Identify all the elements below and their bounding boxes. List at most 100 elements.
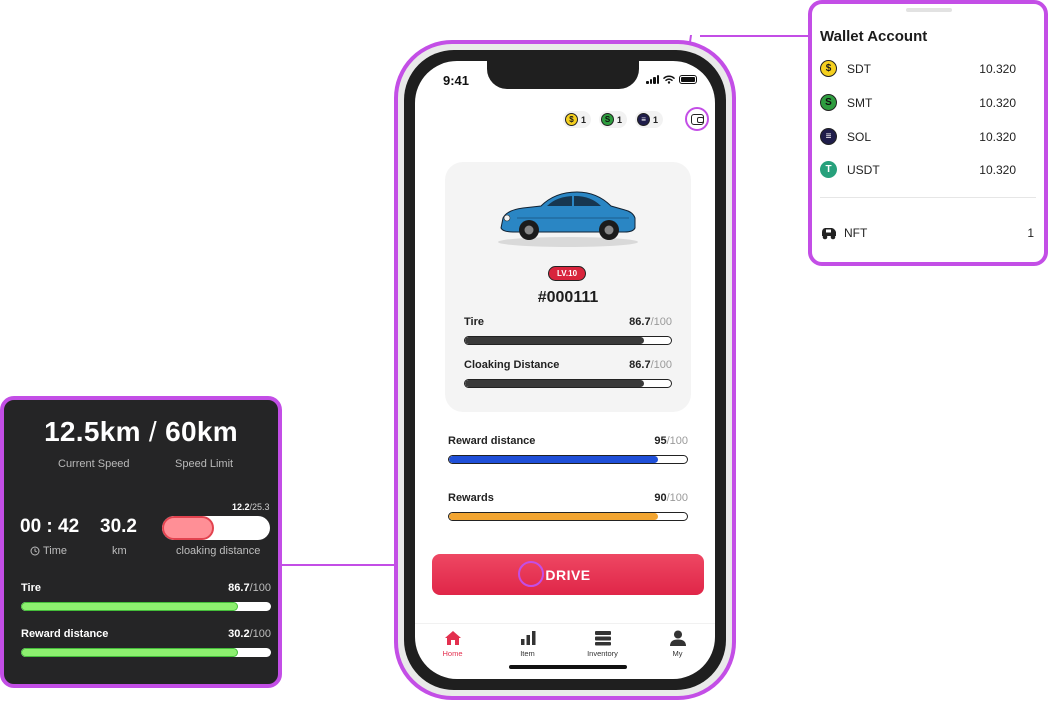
tire-stat: Tire 86.7/100 (464, 316, 672, 345)
wallet-nft-value: 1 (1027, 226, 1034, 240)
level-badge: LV.10 (548, 266, 587, 281)
cloaking-distance-bar (162, 516, 270, 540)
rewards-bar-fill (449, 513, 659, 520)
smt-coin-icon: S (820, 94, 837, 111)
wallet-coin-name: SMT (847, 95, 873, 110)
coin-pill-sol[interactable]: ≡ 1 (635, 111, 664, 128)
home-indicator (509, 665, 627, 669)
stat-label: Cloaking Distance (464, 359, 560, 371)
panel-tire-bar (21, 602, 271, 611)
car-image (498, 191, 638, 247)
phone-notch (487, 61, 639, 89)
time-label-group: Time (30, 545, 67, 557)
stat-value: 86.7 (228, 582, 250, 594)
sol-coin-icon: ≡ (637, 113, 651, 126)
coin-balance-row: $ 1 S 1 ≡ 1 (563, 111, 664, 128)
cloaking-value: 12.2 (232, 502, 250, 512)
phone-frame: 9:41 $ 1 S 1 ≡ 1 LV.10 #000111 Tire 86.7… (404, 50, 726, 690)
cloaking-distance-stat: Cloaking Distance 86.7/100 (464, 359, 672, 388)
wallet-coin-name: SDT (847, 61, 871, 76)
speed-separator: / (148, 416, 158, 447)
stat-max: /100 (666, 492, 688, 504)
sdt-coin-icon: $ (820, 60, 837, 77)
wallet-row-usdt[interactable]: T USDT 10.320 (820, 161, 1016, 178)
stat-label: Rewards (448, 492, 494, 504)
home-icon (444, 631, 461, 645)
wallet-coin-value: 10.320 (979, 162, 1016, 177)
smt-coin-icon: S (601, 113, 615, 126)
wallet-button[interactable] (685, 107, 709, 131)
wifi-icon (663, 75, 675, 84)
tab-my[interactable]: My (648, 630, 708, 673)
wallet-account-panel: Wallet Account $ SDT 10.320 S SMT 10.320… (808, 0, 1048, 266)
panel-reward-distance-bar-fill (21, 648, 238, 657)
sdt-coin-icon: $ (565, 113, 578, 126)
wallet-coin-value: 10.320 (979, 95, 1016, 110)
drive-km: 30.2 (100, 516, 137, 537)
tab-label: Home (442, 649, 463, 658)
speed-limit-label: Speed Limit (175, 458, 234, 470)
wallet-nft-name: NFT (844, 226, 868, 240)
wallet-coin-name: USDT (847, 162, 880, 177)
wallet-connector-line (700, 35, 812, 37)
drive-button[interactable]: DRIVE (432, 554, 704, 595)
signal-icon (646, 75, 659, 84)
tab-label: Item (520, 649, 535, 658)
car-id: #000111 (537, 289, 599, 306)
stat-value: 30.2 (228, 628, 250, 640)
tab-home[interactable]: Home (423, 630, 483, 673)
stat-value: 86.7 (629, 359, 651, 371)
coin-pill-sdt[interactable]: $ 1 (563, 111, 592, 128)
drive-time: 00 : 42 (20, 516, 80, 537)
driving-status-panel: 12.5km / 60km Current Speed Speed Limit … (0, 396, 282, 688)
tap-indicator (518, 561, 544, 587)
panel-tire-bar-fill (21, 602, 238, 611)
reward-distance-bar-fill (449, 456, 659, 463)
inventory-icon (594, 631, 611, 646)
wallet-row-nft[interactable]: NFT 1 (820, 226, 1034, 240)
speed-limit: 60km (165, 416, 238, 447)
cloaking-bar (464, 379, 672, 388)
car-card[interactable]: LV.10 #000111 Tire 86.7/100 Cloaking Dis… (445, 162, 691, 412)
stat-max: /100 (650, 316, 672, 328)
status-time: 9:41 (443, 73, 470, 88)
stat-value: 90 (654, 492, 667, 504)
tab-label: My (672, 649, 683, 658)
speed-readout: 12.5km / 60km (4, 416, 278, 448)
current-speed-label: Current Speed (58, 458, 130, 470)
stat-max: /100 (666, 435, 688, 447)
stat-label: Tire (464, 316, 484, 328)
cloaking-distance-bar-fill (162, 516, 215, 540)
stat-max: /100 (249, 628, 271, 640)
rewards-bar (448, 512, 688, 521)
wallet-row-sdt[interactable]: $ SDT 10.320 (820, 60, 1016, 77)
wallet-divider (820, 197, 1036, 198)
wallet-row-smt[interactable]: S SMT 10.320 (820, 94, 1016, 111)
phone-mockup: 9:41 $ 1 S 1 ≡ 1 LV.10 #000111 Tire 86.7… (394, 40, 736, 700)
stat-label: Tire (21, 582, 41, 594)
tab-label: Inventory (587, 649, 618, 658)
wallet-row-sol[interactable]: ≡ SOL 10.320 (820, 128, 1016, 145)
cloaking-max: /25.3 (249, 502, 270, 512)
wallet-coin-value: 10.320 (979, 129, 1016, 144)
rewards-stat: Rewards 90/100 (448, 492, 688, 521)
coin-pill-smt[interactable]: S 1 (599, 111, 628, 128)
stat-label: Reward distance (21, 628, 109, 640)
time-label: Time (43, 545, 68, 557)
status-icons (646, 75, 697, 84)
user-icon (669, 630, 686, 646)
stat-label: Reward distance (448, 435, 536, 447)
panel-reward-distance-stat: Reward distance 30.2/100 (21, 628, 271, 657)
sol-coin-icon: ≡ (820, 128, 837, 145)
wallet-coin-name: SOL (847, 129, 872, 144)
battery-icon (679, 75, 697, 84)
usdt-coin-icon: T (820, 161, 837, 178)
wallet-title: Wallet Account (820, 28, 928, 45)
tire-bar-fill (465, 337, 644, 344)
km-label: km (112, 545, 127, 557)
stat-value: 86.7 (629, 316, 651, 328)
sheet-grabber[interactable] (906, 8, 952, 12)
tire-bar (464, 336, 672, 345)
current-speed: 12.5km (44, 416, 141, 447)
phone-screen: 9:41 $ 1 S 1 ≡ 1 LV.10 #000111 Tire 86.7… (415, 61, 715, 679)
